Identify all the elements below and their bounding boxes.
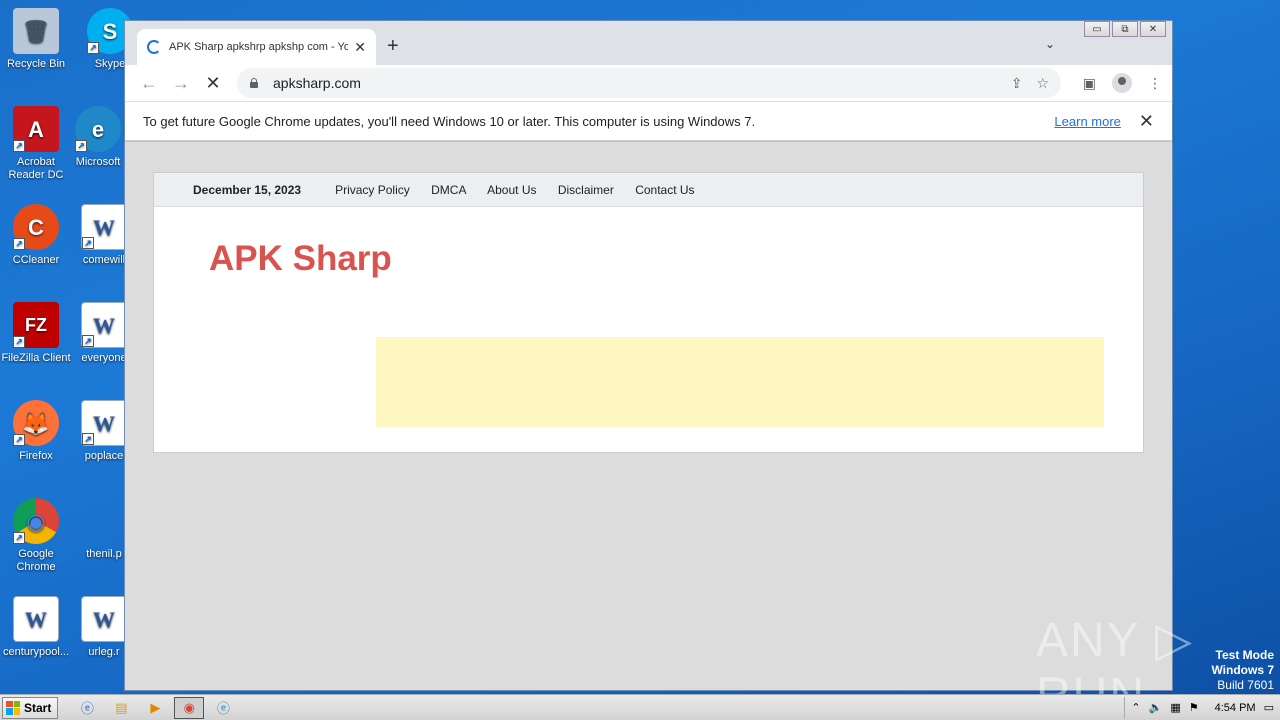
tab-apksharp[interactable]: APK Sharp apkshrp apkshp com - Yo ✕ xyxy=(137,29,376,65)
url-text[interactable]: apksharp.com xyxy=(273,75,997,91)
side-panel-icon[interactable]: ▣ xyxy=(1083,75,1096,92)
file-explorer-icon[interactable]: ▤ xyxy=(106,697,136,719)
desktop-icon-label: comewill xyxy=(82,254,126,266)
start-button[interactable]: Start xyxy=(2,696,59,719)
chrome-icon: ◉ ↗ xyxy=(13,498,59,544)
site-nav: Privacy Policy DMCA About Us Disclaimer … xyxy=(335,183,712,197)
share-icon[interactable]: ⇪ xyxy=(1011,75,1023,92)
windows-version-line: Windows 7 xyxy=(1211,663,1274,677)
update-infobar: To get future Google Chrome updates, you… xyxy=(125,101,1172,141)
clock[interactable]: 4:54 PM xyxy=(1215,702,1256,714)
desktop-icon-label: everyone xyxy=(81,352,127,364)
word-document-icon: W xyxy=(13,596,59,642)
desktop-icon-recycle-bin[interactable]: 🗑 Recycle Bin xyxy=(0,8,72,71)
desktop-icon-label: urleg.r xyxy=(88,646,120,658)
show-desktop-icon[interactable]: ▭ xyxy=(1264,701,1274,714)
media-player-icon[interactable]: ▶ xyxy=(140,697,170,719)
tray-expand-icon[interactable]: ⌃ xyxy=(1131,701,1140,714)
nav-link-privacy-policy[interactable]: Privacy Policy xyxy=(335,183,410,197)
forward-arrow-icon[interactable]: → xyxy=(165,73,197,94)
edge-taskbar-icon[interactable]: ⓔ xyxy=(208,697,238,719)
word-document-icon: W ↗ xyxy=(81,204,127,250)
test-mode-label: Test Mode Windows 7 Build 7601 xyxy=(1211,648,1274,693)
system-tray: ⌃ 🔈 ▦ ⚑ 4:54 PM ▭ xyxy=(1124,696,1280,719)
site-date: December 15, 2023 xyxy=(193,182,302,197)
action-center-flag-icon[interactable]: ⚑ xyxy=(1189,701,1199,714)
desktop-icon-label: Recycle Bin xyxy=(6,58,66,70)
stop-loading-icon[interactable]: ✕ xyxy=(197,73,229,94)
recycle-bin-icon: 🗑 xyxy=(13,8,59,54)
desktop-icon-label: poplace xyxy=(84,450,124,462)
desktop-icon-label: Firefox xyxy=(19,450,53,462)
browser-toolbar: ← → ✕ apksharp.com ⇪ ☆ ▣ ⋮ xyxy=(125,65,1172,101)
network-icon[interactable]: ▦ xyxy=(1170,701,1180,714)
word-document-icon: W ↗ xyxy=(81,400,127,446)
infobar-message: To get future Google Chrome updates, you… xyxy=(143,113,756,129)
desktop-icon-label: Microsoft xyxy=(75,156,121,168)
acrobat-icon: A ↗ xyxy=(13,106,59,152)
close-window-button[interactable]: ✕ xyxy=(1140,21,1166,37)
desktop-icon-label: Acrobat Reader DC xyxy=(8,156,64,181)
bookmark-star-icon[interactable]: ☆ xyxy=(1036,75,1049,92)
tab-strip: APK Sharp apkshrp apkshp com - Yo ✕ + ⌄ … xyxy=(125,21,1172,65)
learn-more-link[interactable]: Learn more xyxy=(1054,114,1120,129)
test-mode-line: Test Mode xyxy=(1215,648,1274,662)
site-logo[interactable]: APK Sharp xyxy=(209,239,392,279)
desktop-icon-filezilla[interactable]: FZ ↗ FileZilla Client xyxy=(0,302,72,365)
desktop-icon-google-chrome[interactable]: ◉ ↗ Google Chrome xyxy=(0,498,72,574)
start-label: Start xyxy=(24,700,52,715)
window-controls: ▭ ⧉ ✕ xyxy=(1082,21,1166,37)
address-bar[interactable]: apksharp.com ⇪ ☆ xyxy=(237,68,1061,98)
filezilla-icon: FZ ↗ xyxy=(13,302,59,348)
ccleaner-icon: C ↗ xyxy=(13,204,59,250)
desktop-icon-firefox[interactable]: 🦊 ↗ Firefox xyxy=(0,400,72,463)
profile-avatar-icon[interactable] xyxy=(1112,73,1132,93)
new-tab-button[interactable]: + xyxy=(387,35,399,58)
build-line: Build 7601 xyxy=(1217,678,1274,692)
windows-logo-icon xyxy=(6,700,20,715)
edge-icon: e ↗ xyxy=(75,106,121,152)
desktop-icon-label: FileZilla Client xyxy=(1,352,71,364)
site-container: December 15, 2023 Privacy Policy DMCA Ab… xyxy=(153,172,1144,453)
tab-title: APK Sharp apkshrp apkshp com - Yo xyxy=(169,41,349,53)
tab-search-chevron-icon[interactable]: ⌄ xyxy=(1045,37,1055,51)
taskbar: Start ⓔ ▤ ▶ ◉ ⓔ ⌃ 🔈 ▦ ⚑ 4:54 PM ▭ xyxy=(0,694,1280,720)
word-document-icon: W xyxy=(81,596,127,642)
nav-link-about-us[interactable]: About Us xyxy=(487,183,536,197)
minimize-button[interactable]: ▭ xyxy=(1084,21,1110,37)
volume-icon[interactable]: 🔈 xyxy=(1149,701,1163,714)
toolbar-right: ▣ ⋮ xyxy=(1083,73,1162,93)
desktop-icon-label: centurypool... xyxy=(2,646,70,658)
loading-spinner-icon xyxy=(147,40,161,54)
tab-close-icon[interactable]: ✕ xyxy=(354,39,366,56)
desktop-icon-label: Skype xyxy=(94,58,126,70)
nav-link-dmca[interactable]: DMCA xyxy=(431,183,466,197)
internet-explorer-icon[interactable]: ⓔ xyxy=(72,697,102,719)
desktop-icon-ccleaner[interactable]: C ↗ CCleaner xyxy=(0,204,72,267)
nav-link-disclaimer[interactable]: Disclaimer xyxy=(558,183,614,197)
page-viewport: December 15, 2023 Privacy Policy DMCA Ab… xyxy=(125,142,1172,690)
back-arrow-icon[interactable]: ← xyxy=(133,73,165,94)
firefox-icon: 🦊 ↗ xyxy=(13,400,59,446)
nav-link-contact-us[interactable]: Contact Us xyxy=(635,183,694,197)
infobar-close-icon[interactable]: ✕ xyxy=(1139,111,1154,132)
restore-button[interactable]: ⧉ xyxy=(1112,21,1138,37)
chrome-window: APK Sharp apkshrp apkshp com - Yo ✕ + ⌄ … xyxy=(124,20,1173,691)
file-icon xyxy=(81,498,127,544)
desktop-icon-label: Google Chrome xyxy=(16,548,56,573)
lock-icon[interactable] xyxy=(249,78,259,88)
chrome-taskbar-icon[interactable]: ◉ xyxy=(174,696,205,719)
word-document-icon: W ↗ xyxy=(81,302,127,348)
desktop-icon-centurypool[interactable]: W centurypool... xyxy=(0,596,72,659)
desktop-icon-label: thenil.p xyxy=(86,548,122,560)
menu-kebab-icon[interactable]: ⋮ xyxy=(1148,75,1162,92)
ad-placeholder[interactable] xyxy=(376,337,1104,427)
site-top-bar: December 15, 2023 Privacy Policy DMCA Ab… xyxy=(154,173,1143,207)
desktop-icon-label: CCleaner xyxy=(12,254,60,266)
